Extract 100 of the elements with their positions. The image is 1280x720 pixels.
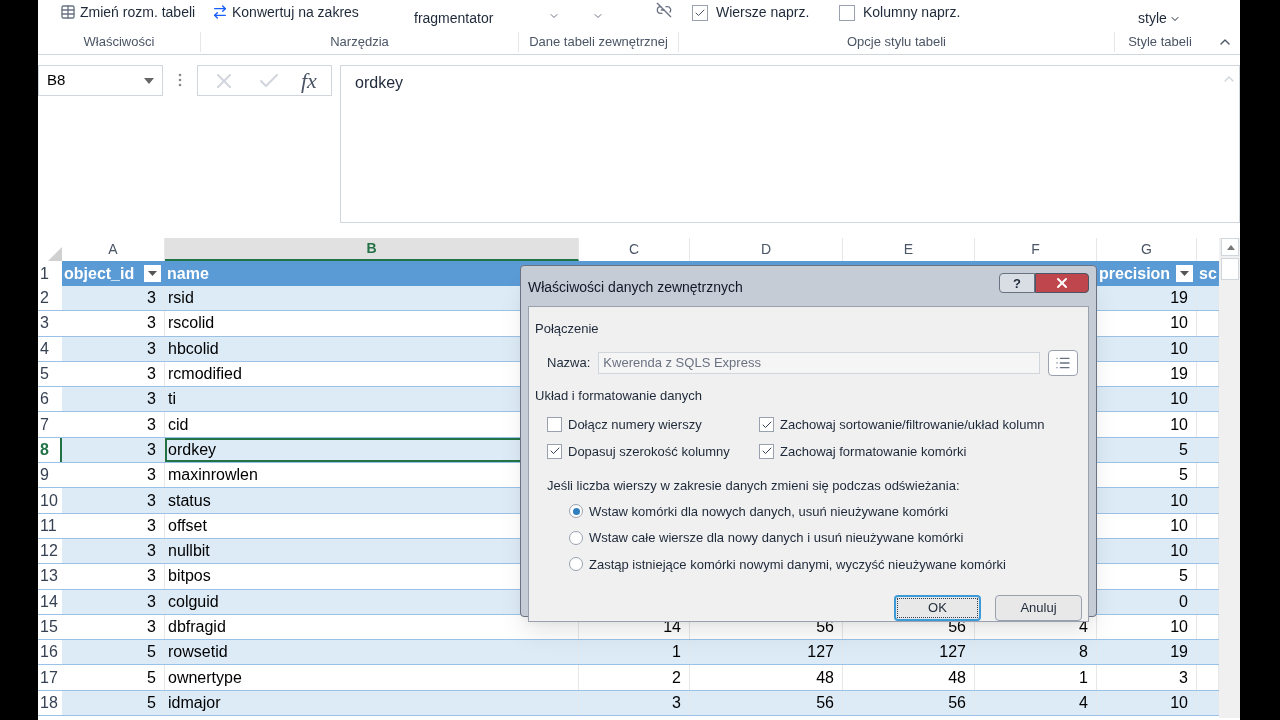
- radio-option[interactable]: Wstaw komórki dla nowych danych, usuń nieużywane komórki: [569, 501, 1082, 521]
- dialog-title: Właściwości danych zewnętrznych: [528, 278, 743, 297]
- row-number[interactable]: 4: [38, 336, 62, 361]
- row-number[interactable]: 14: [38, 589, 62, 614]
- checkbox[interactable]: [759, 417, 774, 433]
- table-cell-text: 4: [1079, 692, 1088, 713]
- section-heading: Układ i formatowanie danych: [535, 386, 703, 405]
- row-number[interactable]: 6: [38, 387, 62, 412]
- table-cell-text: rowsetid: [168, 642, 228, 663]
- column-title: object_id: [64, 263, 135, 284]
- option-checkbox[interactable]: Zachowaj sortowanie/filtrowanie/układ kolumn: [759, 415, 1082, 435]
- formula-input[interactable]: ordkey: [340, 65, 1240, 223]
- row-number[interactable]: 12: [38, 538, 62, 564]
- row-number[interactable]: 10: [38, 488, 62, 513]
- option-checkbox[interactable]: Zachowaj formatowanie komórki: [759, 441, 1082, 461]
- table-cell-text: cid: [168, 414, 189, 435]
- ribbon-checkbox[interactable]: Wiersze naprz.: [692, 2, 810, 23]
- row-number[interactable]: 1: [38, 261, 62, 286]
- filter-button[interactable]: [1176, 265, 1193, 282]
- table-cell-text: 48: [948, 667, 966, 688]
- unlink-icon: [656, 2, 672, 18]
- cell-reference: B8: [47, 70, 66, 91]
- table-cell-text: 10: [1170, 313, 1188, 334]
- checkbox[interactable]: [759, 443, 774, 459]
- group-label: Narzędzia: [330, 33, 389, 51]
- group-label: Style tabeli: [1128, 33, 1192, 51]
- option-checkbox[interactable]: Dopasuj szerokość kolumny: [547, 441, 759, 461]
- table-cell-text: 10: [1170, 338, 1188, 359]
- option-checkbox[interactable]: Dołącz numery wierszy: [547, 415, 759, 435]
- radio-option[interactable]: Zastąp istniejące komórki nowymi danymi, wyczyść nieużywane komórki: [569, 554, 1082, 574]
- checkbox-label: Zachowaj sortowanie/filtrowanie/układ kolumn: [780, 416, 1045, 434]
- radio-label: Wstaw całe wiersze dla nowy danych i usuń nieużywane komórki: [589, 529, 964, 547]
- table-cell-text: 3: [147, 364, 156, 385]
- close-button[interactable]: [1035, 273, 1089, 293]
- table-cell-text: rcmodified: [168, 364, 242, 385]
- ribbon-button[interactable]: fragmentator: [410, 0, 498, 29]
- convert-icon: [212, 4, 228, 20]
- table-cell-text: 19: [1170, 288, 1188, 309]
- row-number[interactable]: 2: [38, 286, 62, 311]
- table-cell-text: maxinrowlen: [168, 465, 258, 486]
- ribbon-checkbox[interactable]: Kolumny naprz.: [839, 2, 961, 23]
- dropdown-arrow-icon: [148, 271, 157, 276]
- group-label: Opcje stylu tabeli: [847, 33, 946, 51]
- formula-text: ordkey: [355, 73, 404, 93]
- refresh-label: Jeśli liczba wierszy w zakresie danych zmieni się podczas odświeżania:: [547, 477, 961, 495]
- field-label: Nazwa:: [547, 353, 591, 372]
- table-cell-text: 0: [1179, 591, 1188, 612]
- insert-function-button[interactable]: fx: [300, 64, 317, 97]
- column-header[interactable]: B: [165, 238, 579, 261]
- table-cell-text: 3: [147, 313, 156, 334]
- radio-label: Zastąp istniejące komórki nowymi danymi, wyczyść nieużywane komórki: [589, 555, 1006, 574]
- vertical-scrollbar[interactable]: [1219, 238, 1240, 718]
- scroll-up-icon[interactable]: [1220, 238, 1239, 256]
- checkbox[interactable]: [692, 4, 708, 21]
- radio-button[interactable]: [569, 557, 583, 572]
- table-cell-text: 127: [939, 642, 966, 663]
- style-dropdown[interactable]: style: [1138, 0, 1181, 29]
- radio-button[interactable]: [569, 504, 583, 519]
- table-cell-text: dbfragid: [168, 617, 226, 637]
- row-number[interactable]: 18: [38, 690, 62, 716]
- column-title: name: [167, 263, 209, 284]
- table-cell-text: 3: [147, 465, 156, 486]
- section-heading: Połączenie: [535, 320, 600, 338]
- table-cell-text: rscolid: [168, 313, 215, 334]
- name-box[interactable]: B8: [38, 65, 163, 96]
- scrollbar-thumb[interactable]: [1220, 258, 1239, 280]
- column-title: sc: [1199, 263, 1217, 284]
- table-cell-text: 10: [1170, 490, 1188, 511]
- name-field[interactable]: Kwerenda z SQLS Express: [598, 351, 1041, 374]
- filter-button[interactable]: [144, 265, 161, 282]
- ribbon-button[interactable]: Zmień rozm. tabeli: [56, 1, 200, 23]
- help-button[interactable]: ?: [999, 273, 1035, 293]
- checkbox-label: Zachowaj formatowanie komórki: [780, 442, 967, 461]
- checkbox[interactable]: [839, 4, 855, 21]
- group-label: Właściwości: [83, 33, 155, 51]
- table-cell-text: status: [168, 490, 211, 511]
- checkbox[interactable]: [547, 443, 562, 459]
- dialog-button[interactable]: OK: [894, 595, 981, 621]
- dialog-button[interactable]: Anuluj: [995, 595, 1082, 621]
- table-cell-text: 3: [147, 515, 156, 536]
- table-cell-text: 5: [147, 692, 156, 713]
- table-cell-text: 19: [1170, 642, 1188, 663]
- checkbox[interactable]: [547, 417, 562, 433]
- ribbon-button[interactable]: Konwertuj na zakres: [208, 1, 363, 23]
- table-cell-text: bitpos: [168, 566, 211, 587]
- radio-option[interactable]: Wstaw całe wiersze dla nowy danych i usuń nieużywane komórki: [569, 528, 1082, 548]
- radio-button[interactable]: [569, 530, 583, 545]
- table-cell-text: 3: [147, 617, 156, 637]
- table-cell-text: nullbit: [168, 541, 210, 562]
- table-cell-text: 3: [147, 288, 156, 309]
- table-cell-text: 3: [147, 490, 156, 511]
- dropdown-arrow-icon: [1180, 271, 1189, 276]
- more-options-icon: [178, 73, 182, 87]
- row-number[interactable]: 8: [38, 437, 62, 463]
- table-cell-text: 127: [807, 642, 834, 663]
- table-cell-text: 10: [1170, 515, 1188, 536]
- checkbox-label: Wiersze naprz.: [716, 3, 810, 22]
- properties-button[interactable]: [1048, 349, 1079, 376]
- row-number[interactable]: 16: [38, 640, 62, 665]
- table-cell-text: rsid: [168, 288, 194, 309]
